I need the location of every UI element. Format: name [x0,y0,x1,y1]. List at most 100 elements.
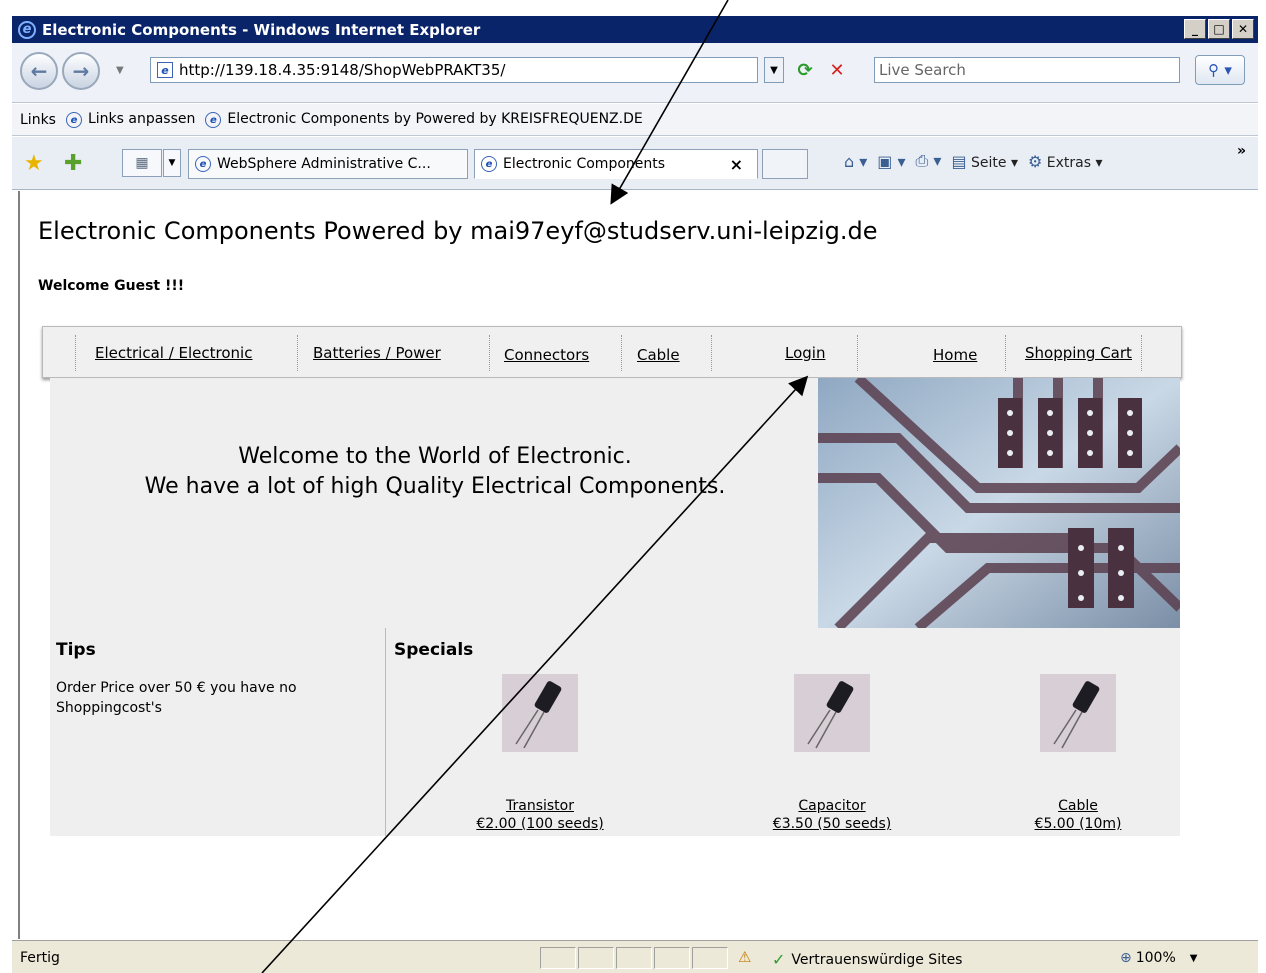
security-zone[interactable]: ✓ Vertrauenswürdige Sites [772,950,962,969]
zoom-icon: ⊕ [1120,950,1132,966]
menu-connectors[interactable]: Connectors [504,346,589,364]
refresh-button[interactable]: ⟳ [791,57,819,83]
links-bar: Links e Links anpassen e Electronic Compon… [12,104,1258,136]
grid-icon: ▦ [135,155,149,171]
menu-shopping-cart[interactable]: Shopping Cart [1025,344,1132,362]
menu-separator [1141,335,1142,371]
page-title: Electronic Components Powered by mai97ey… [38,217,878,245]
check-icon: ✓ [772,950,786,969]
product-price-transistor[interactable]: €2.00 (100 seeds) [440,814,640,834]
back-button[interactable]: ← [20,52,58,90]
banner-line-2: We have a lot of high Quality Electrical… [144,474,726,499]
tab-close-icon[interactable]: × [730,155,743,174]
status-segment [578,947,614,969]
search-input[interactable]: Live Search [874,57,1180,83]
menu-separator [1005,335,1006,371]
command-bar: ⌂ ▾ ▣ ▾ ⎙ ▾ ▤ Seite ▾ ⚙ Extras ▾ [844,151,1103,171]
search-placeholder: Live Search [879,61,966,79]
new-tab-button[interactable] [762,149,808,179]
search-icon: ⚲ ▾ [1208,61,1232,79]
product-link-transistor[interactable]: Transistor [440,798,640,814]
tips-title: Tips [56,640,96,660]
print-icon[interactable]: ⎙ ▾ [916,151,942,171]
security-warning-icon[interactable]: ⚠ [738,948,751,966]
circuit-board-image [818,378,1180,628]
product-price-cable[interactable]: €5.00 (10m) [978,814,1178,834]
product-link-cable[interactable]: Cable [978,798,1178,814]
menu-home[interactable]: Home [933,346,977,364]
feeds-icon[interactable]: ▣ ▾ [877,152,905,171]
links-label: Links [20,111,56,128]
add-favorite-icon[interactable]: ✚ [64,151,82,176]
minimize-button[interactable]: _ [1184,19,1206,39]
quick-tabs-button[interactable]: ▦ [122,149,162,177]
menu-login[interactable]: Login [785,344,825,362]
zoom-level: 100% [1135,950,1176,966]
tab-websphere[interactable]: e WebSphere Administrative C... [188,149,468,179]
menu-electrical-electronic[interactable]: Electrical / Electronic [95,344,252,362]
product-link-capacitor[interactable]: Capacitor [732,798,932,814]
address-url: http://139.18.4.35:9148/ShopWebPRAKT35/ [179,61,506,79]
stop-button[interactable]: ✕ [824,57,850,83]
links-item-customize[interactable]: e Links anpassen [65,111,195,129]
security-zone-label: Vertrauenswürdige Sites [791,951,963,968]
stop-icon: ✕ [829,59,845,81]
refresh-icon: ⟳ [797,59,813,81]
address-dropdown-button[interactable]: ▼ [764,57,784,83]
search-button[interactable]: ⚲ ▾ [1195,55,1245,85]
page-icon: ▤ [951,151,967,171]
tab-label: WebSphere Administrative C... [217,156,431,172]
capacitor-image[interactable] [794,674,870,752]
status-segment [654,947,690,969]
specials-title: Specials [394,640,474,660]
menu-cable[interactable]: Cable [637,346,680,364]
address-field[interactable]: e http://139.18.4.35:9148/ShopWebPRAKT35… [150,57,758,83]
product-card: Capacitor €3.50 (50 seeds) [732,674,932,834]
address-row: ← → ▼ e http://139.18.4.35:9148/ShopWebP… [12,43,1258,103]
zoom-control[interactable]: ⊕ 100% ▼ [1120,950,1197,966]
welcome-banner: Welcome to the World of Electronic. We h… [50,378,1180,628]
page-content: Electronic Components Powered by mai97ey… [18,191,1258,939]
status-segment [616,947,652,969]
page-menu[interactable]: ▤ Seite ▾ [951,152,1018,171]
forward-button[interactable]: → [62,52,100,90]
close-button[interactable]: ✕ [1232,19,1254,39]
ie-page-icon: e [65,112,82,129]
menu-separator [75,335,76,371]
product-price-capacitor[interactable]: €3.50 (50 seeds) [732,814,932,834]
tips-panel: Tips Order Price over 50 € you have no S… [50,628,386,836]
transistor-image[interactable] [502,674,578,752]
forward-arrow-icon: → [72,59,90,83]
welcome-message: Welcome Guest !!! [38,278,185,294]
status-bar: Fertig ⚠ ✓ Vertrauenswürdige Sites ⊕ 100… [12,940,1258,973]
tab-electronic-components[interactable]: e Electronic Components × [474,149,758,179]
window-title: Electronic Components - Windows Internet… [42,20,481,39]
zoom-dropdown-icon: ▼ [1189,952,1198,964]
menu-separator [857,335,858,371]
cable-image[interactable] [1040,674,1116,752]
home-icon[interactable]: ⌂ ▾ [844,152,867,171]
banner-text: Welcome to the World of Electronic. We h… [50,442,820,502]
favorites-star-icon[interactable]: ★ [24,151,44,176]
status-text: Fertig [20,950,60,966]
menu-separator [621,335,622,371]
ie-logo-icon: e [18,20,36,39]
lower-section: Tips Order Price over 50 € you have no S… [50,628,1180,836]
status-segment [540,947,576,969]
tab-bar: ★ ✚ ▦ ▼ e WebSphere Administrative C... … [12,137,1258,190]
chevron-more-icon[interactable]: » [1237,143,1246,159]
page-icon: e [157,62,173,78]
banner-line-1: Welcome to the World of Electronic. [238,444,632,469]
menu-batteries-power[interactable]: Batteries / Power [313,344,441,362]
ie-page-icon: e [195,156,211,172]
main-menu: Electrical / Electronic Batteries / Powe… [42,326,1182,378]
links-item-electronic-components[interactable]: e Electronic Components by Powered by KRE… [205,111,643,129]
maximize-button[interactable]: □ [1208,19,1230,39]
back-arrow-icon: ← [30,59,48,83]
tab-list-dropdown[interactable]: ▼ [163,149,181,177]
menu-separator [489,335,490,371]
history-dropdown[interactable]: ▼ [116,65,124,76]
menu-separator [711,335,712,371]
product-card: Cable €5.00 (10m) [978,674,1178,834]
tools-menu[interactable]: ⚙ Extras ▾ [1028,152,1103,171]
